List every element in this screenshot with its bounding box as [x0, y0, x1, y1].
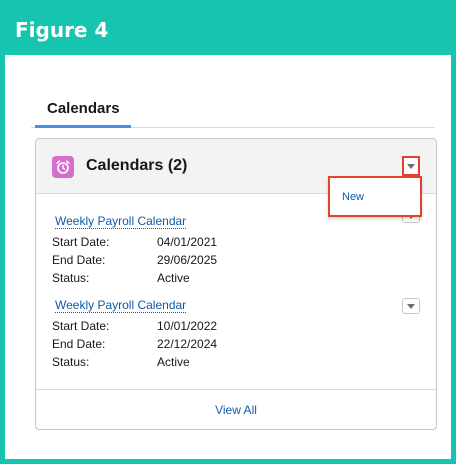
field-value: 04/01/2021 — [157, 235, 218, 249]
actions-dropdown-menu: New — [328, 176, 422, 217]
field-value: 29/06/2025 — [157, 253, 218, 267]
card-actions-dropdown-button[interactable] — [402, 156, 420, 176]
field-label: Status: — [52, 355, 90, 369]
field-value: Active — [157, 355, 190, 369]
menu-item-new[interactable]: New — [342, 191, 364, 203]
view-all-link[interactable]: View All — [215, 403, 257, 417]
card-title: Calendars (2) — [86, 157, 188, 174]
tab-calendars[interactable]: Calendars — [35, 98, 131, 128]
figure-title: Figure 4 — [5, 5, 451, 55]
field-label: End Date: — [52, 253, 106, 267]
field-value: Active — [157, 271, 190, 285]
record-link[interactable]: Weekly Payroll Calendar — [55, 214, 187, 229]
alarm-clock-icon — [52, 156, 74, 178]
tab-bar: Calendars — [31, 98, 435, 128]
chevron-down-icon — [407, 164, 415, 169]
field-label: End Date: — [52, 337, 106, 351]
field-label: Start Date: — [52, 235, 110, 249]
field-value: 10/01/2022 — [157, 319, 218, 333]
calendars-card: Calendars (2) Weekly Payroll Calendar St… — [35, 138, 437, 430]
list-item: Weekly Payroll Calendar Start Date: 04/0… — [52, 213, 422, 293]
chevron-down-icon — [407, 304, 415, 309]
field-label: Start Date: — [52, 319, 110, 333]
list-item: Weekly Payroll Calendar Start Date: 10/0… — [52, 297, 422, 377]
card-footer: View All — [36, 389, 436, 429]
figure-frame: Figure 4 Calendars Calendars (2) Weekly … — [0, 0, 456, 464]
field-value: 22/12/2024 — [157, 337, 218, 351]
record-link[interactable]: Weekly Payroll Calendar — [55, 298, 187, 313]
row-actions-button[interactable] — [402, 298, 420, 314]
field-label: Status: — [52, 271, 90, 285]
